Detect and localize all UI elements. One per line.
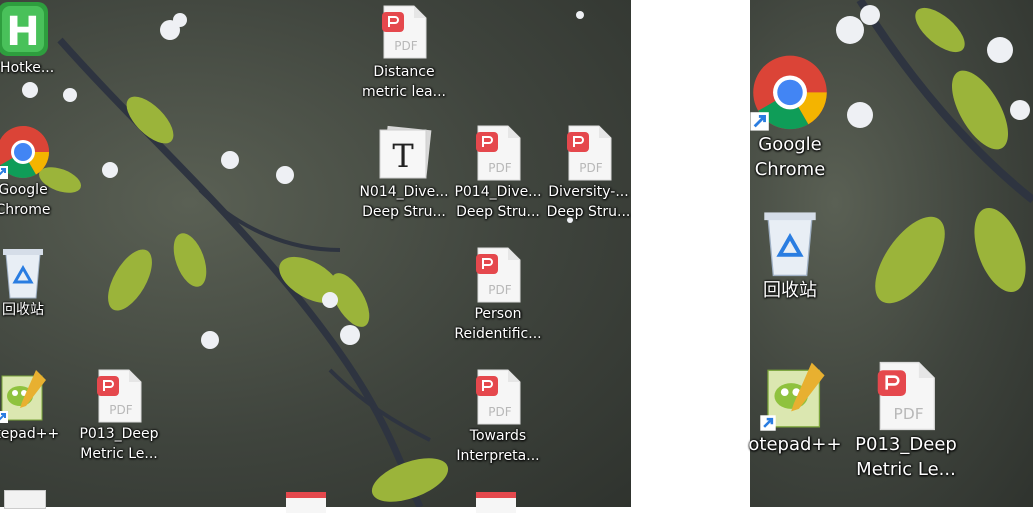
icon-label: otepad++ <box>0 426 60 442</box>
pdf-icon: PDF <box>95 368 143 424</box>
desktop-icon-recycle-bin[interactable]: 回收站 <box>0 244 66 320</box>
svg-text:PDF: PDF <box>488 405 511 419</box>
desktop-icon-distance-pdf[interactable]: PDF Distance metric lea... <box>358 0 450 102</box>
chrome-icon <box>750 50 830 132</box>
icon-label: Diversity-... Deep Stru... <box>546 184 631 220</box>
svg-text:PDF: PDF <box>488 161 511 175</box>
desktop-icon-p013-pdf[interactable]: PDF P013_Deep Metric Le... <box>74 368 164 464</box>
icon-label: 回收站 <box>763 280 817 301</box>
notepad-plus-plus-icon <box>0 368 50 424</box>
typora-t-icon: T <box>375 124 433 182</box>
notepad-plus-plus-icon <box>759 360 831 432</box>
desktop-icon-hotkey[interactable]: H yHotke... <box>0 0 66 78</box>
svg-text:H: H <box>6 9 39 55</box>
pdf-icon: PDF <box>474 124 522 182</box>
partial-text-file-icon[interactable] <box>4 490 46 509</box>
desktop-icon-person-reid-pdf[interactable]: PDF Person Reidentific... <box>452 246 544 344</box>
icon-label: P013_Deep Metric Le... <box>855 434 957 480</box>
svg-text:PDF: PDF <box>488 283 511 297</box>
partial-pdf-icon-2[interactable] <box>476 492 516 513</box>
icon-label: Towards Interpreta... <box>456 428 540 464</box>
desktop-icon-n014-markdown[interactable]: T N014_Dive... Deep Stru... <box>358 124 450 222</box>
icon-label: Distance metric lea... <box>362 64 446 100</box>
svg-text:PDF: PDF <box>394 39 417 53</box>
icon-label: 回收站 <box>2 302 44 318</box>
pdf-icon: PDF <box>474 246 522 304</box>
icon-label: yHotke... <box>0 60 55 76</box>
desktop-icon-notepad-plus-plus[interactable]: otepad++ <box>0 368 66 444</box>
icon-label: P014_Dive... Deep Stru... <box>454 184 542 220</box>
svg-text:T: T <box>392 137 414 175</box>
pdf-icon: PDF <box>474 368 522 426</box>
icon-label: Google Chrome <box>754 134 826 180</box>
zoomed-icon-p013-pdf[interactable]: PDF P013_Deep Metric Le... <box>848 360 964 482</box>
icon-label: Person Reidentific... <box>454 306 542 342</box>
chrome-icon <box>0 122 51 180</box>
desktop-icon-towards-pdf[interactable]: PDF Towards Interpreta... <box>452 368 544 466</box>
icon-label: Google Chrome <box>0 182 51 218</box>
blank-gap <box>631 0 750 507</box>
svg-text:PDF: PDF <box>109 403 132 417</box>
zoomed-icon-recycle-bin[interactable]: 回收站 <box>745 206 835 303</box>
pdf-icon: PDF <box>565 124 613 182</box>
svg-text:PDF: PDF <box>579 161 602 175</box>
svg-text:PDF: PDF <box>894 405 924 423</box>
icon-label: otepad++ <box>748 434 842 455</box>
desktop-icon-chrome[interactable]: Google Chrome <box>0 122 66 220</box>
icon-label: N014_Dive... Deep Stru... <box>359 184 449 220</box>
zoomed-icon-notepad-plus-plus[interactable]: otepad++ <box>745 360 845 457</box>
desktop-icon-p014-pdf[interactable]: PDF P014_Dive... Deep Stru... <box>452 124 544 222</box>
partial-pdf-icon[interactable] <box>286 492 326 513</box>
zoomed-icon-chrome[interactable]: Google Chrome <box>745 50 835 182</box>
recycle-bin-icon <box>0 244 46 300</box>
hotkey-app-icon: H <box>0 0 50 58</box>
pdf-icon: PDF <box>380 0 428 62</box>
pdf-icon: PDF <box>875 360 937 432</box>
icon-label: P013_Deep Metric Le... <box>79 426 159 462</box>
recycle-bin-icon <box>760 206 820 278</box>
desktop-icon-diversity-pdf[interactable]: PDF Diversity-... Deep Stru... <box>546 124 631 222</box>
